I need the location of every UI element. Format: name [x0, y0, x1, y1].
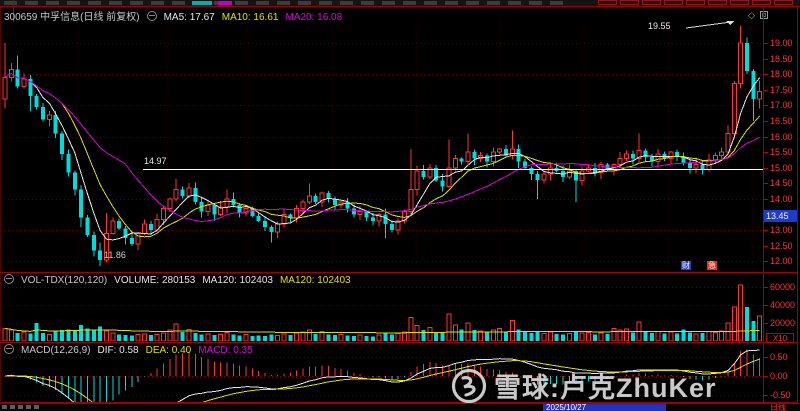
vol-ma120-yellow: MA120: 102403 [279, 275, 351, 286]
indicator-cycle-icon[interactable] [4, 344, 14, 354]
dif-value: DIF: 0.58 [97, 345, 139, 356]
price-axis-label: 19.00 [770, 38, 793, 48]
price-axis-label: 16.00 [770, 132, 793, 142]
price-axis-label: 12.50 [770, 241, 793, 251]
dea-value: DEA: 0.40 [145, 345, 192, 356]
peak-price-label: 19.55 [648, 21, 671, 31]
price-axis-label: 17.00 [770, 100, 793, 110]
macd-header: MACD(12,26,9) DIF: 0.58 DEA: 0.40 MACD: 0.3… [4, 344, 260, 356]
period-label: 日线 [770, 404, 786, 411]
volume-header: VOL-TDX(120,120) VOLUME: 280153 MA120: 102… [4, 274, 358, 286]
volume-axis-label: 20000 [770, 318, 796, 328]
macd-axis-label: 0.00 [770, 371, 788, 381]
price-axis-label: 14.50 [770, 178, 793, 188]
news-flag-ji[interactable]: 急 [707, 261, 717, 270]
price-axis-label: 15.50 [770, 147, 793, 157]
price-axis-label: 13.00 [770, 225, 793, 235]
indicator-cycle-icon[interactable] [4, 274, 14, 284]
volume-multiplier-box: X10 [766, 333, 794, 343]
last-price-box: 13.45 [764, 210, 797, 222]
tdx-chart-window: 300659 中孚信息(日线 前复权) MA5: 17.67 MA10: 16.61… [0, 0, 800, 411]
price-axis-label: 17.50 [770, 85, 793, 95]
price-axis-label: 18.00 [770, 69, 793, 79]
date-text-fragment [2, 405, 40, 409]
macd-axis-label: -0.50 [770, 390, 791, 400]
volume-value: VOLUME: 280153 [114, 275, 196, 286]
macd-value: MACD: 0.35 [198, 345, 253, 356]
status-date-highlight: 2025/10/27 [543, 404, 666, 411]
date-axis-bar [0, 403, 800, 411]
vol-ma120-white: MA120: 102403 [202, 275, 273, 286]
vol-indicator-name: VOL-TDX(120,120) [21, 275, 108, 286]
hline-price-label: 14.97 [144, 156, 167, 166]
volume-axis-label: 60000 [770, 282, 796, 292]
low-price-label: 11.86 [104, 250, 126, 260]
macd-axis-label: 0.50 [770, 352, 788, 362]
news-flag-cai[interactable]: 财 [681, 261, 691, 270]
price-axis-label: 18.50 [770, 54, 793, 64]
price-axis-label: 15.00 [770, 163, 793, 173]
macd-indicator-name: MACD(12,26,9) [21, 345, 91, 356]
price-axis-label: 16.50 [770, 116, 793, 126]
price-axis-label: 14.00 [770, 194, 793, 204]
price-axis-label: 12.00 [770, 256, 793, 266]
volume-axis-label: 40000 [770, 300, 796, 310]
